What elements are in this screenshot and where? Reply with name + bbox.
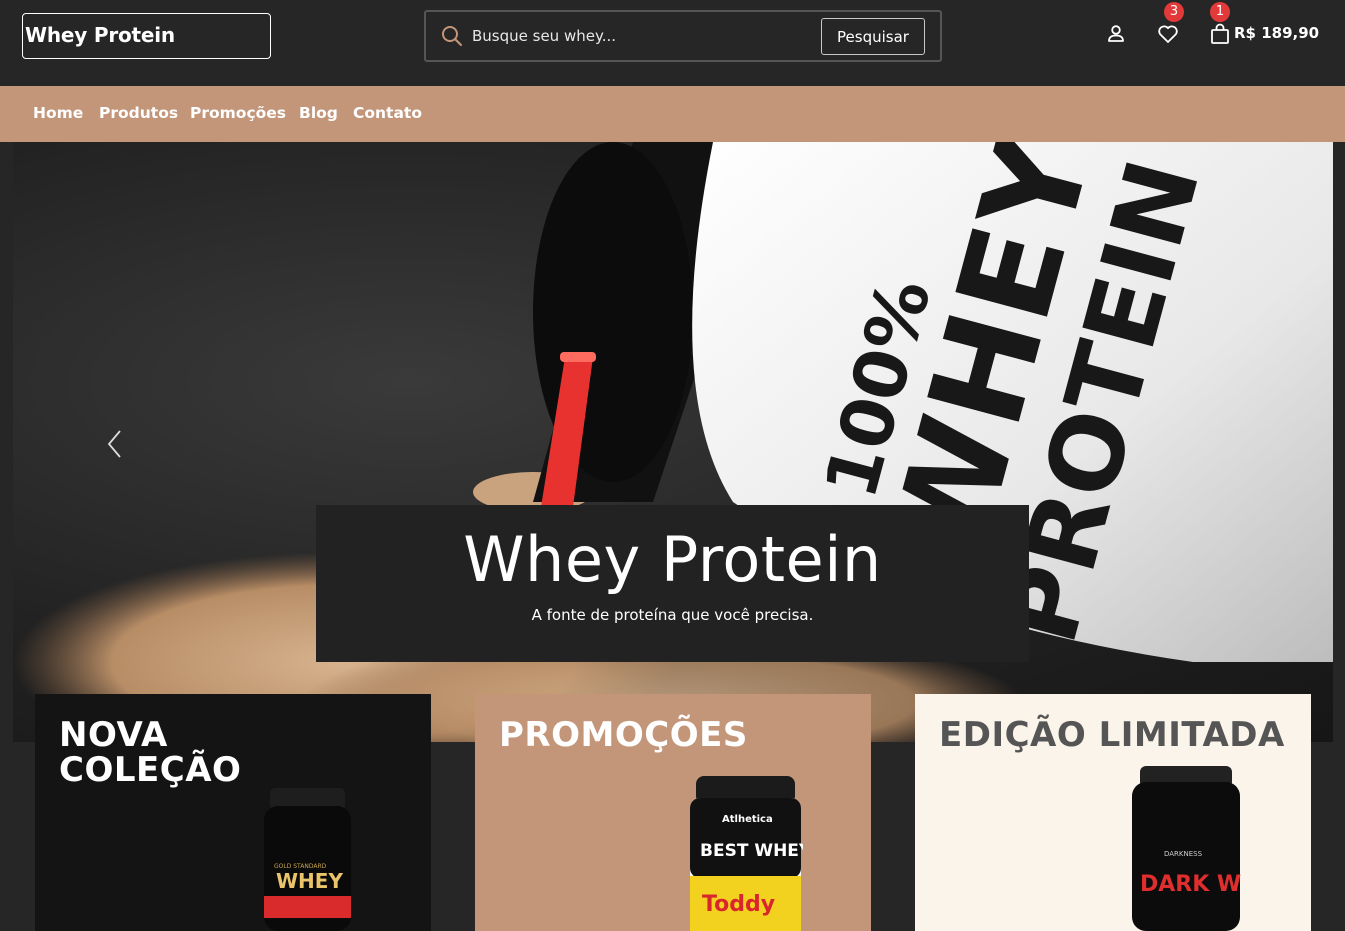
hero-title: Whey Protein bbox=[463, 523, 882, 596]
card-title: EDIÇÃO LIMITADA bbox=[939, 715, 1285, 755]
search-icon bbox=[442, 26, 462, 46]
carousel-next-icon[interactable] bbox=[1221, 429, 1245, 459]
search-input[interactable] bbox=[472, 22, 812, 50]
svg-text:WHEY: WHEY bbox=[276, 869, 343, 893]
nav-item-blog[interactable]: Blog bbox=[299, 104, 338, 122]
heart-icon bbox=[1158, 25, 1178, 43]
header: Whey Protein Pesquisar 3 1 R$ 189,90 bbox=[0, 0, 1345, 86]
hero-subtitle: A fonte de proteína que você precisa. bbox=[531, 606, 814, 624]
nav-item-promocoes[interactable]: Promoções bbox=[190, 104, 286, 122]
product-image: GOLD STANDARD WHEY bbox=[264, 788, 351, 931]
nav-item-home[interactable]: Home bbox=[33, 104, 83, 122]
cart-total[interactable]: R$ 189,90 bbox=[1234, 24, 1319, 42]
search-button[interactable]: Pesquisar bbox=[821, 18, 925, 55]
wishlist-count-badge: 3 bbox=[1164, 2, 1184, 22]
card-title: NOVA COLEÇÃO bbox=[59, 715, 242, 790]
cart-button[interactable]: 1 bbox=[1208, 2, 1232, 46]
search-bar: Pesquisar bbox=[424, 10, 942, 62]
svg-text:Atlhetica: Atlhetica bbox=[722, 814, 773, 825]
carousel-prev-icon[interactable] bbox=[104, 429, 128, 459]
svg-text:DARK WHEY: DARK WHEY bbox=[1140, 872, 1242, 897]
svg-text:Toddy: Toddy bbox=[702, 892, 775, 917]
card-promocoes[interactable]: PROMOÇÕES Atlhetica BEST WHEY Toddy bbox=[475, 694, 871, 931]
nav-item-contato[interactable]: Contato bbox=[353, 104, 422, 122]
cart-count-badge: 1 bbox=[1210, 2, 1230, 22]
card-title: PROMOÇÕES bbox=[499, 715, 748, 755]
nav-item-produtos[interactable]: Produtos bbox=[99, 104, 178, 122]
product-image: Atlhetica BEST WHEY Toddy bbox=[690, 776, 803, 931]
svg-text:BEST WHEY: BEST WHEY bbox=[700, 841, 803, 861]
card-nova-colecao[interactable]: NOVA COLEÇÃO GOLD STANDARD WHEY bbox=[35, 694, 431, 931]
logo[interactable]: Whey Protein bbox=[22, 13, 271, 59]
hero-carousel: 100% WHEY PROTEIN Whey Protein A fonte d… bbox=[13, 142, 1333, 742]
card-edicao-limitada[interactable]: EDIÇÃO LIMITADA DARKNESS DARK WHEY bbox=[915, 694, 1311, 931]
main-nav: Home Produtos Promoções Blog Contato bbox=[0, 86, 1345, 142]
hero-caption: Whey Protein A fonte de proteína que voc… bbox=[316, 505, 1029, 662]
svg-text:DARKNESS: DARKNESS bbox=[1164, 850, 1203, 858]
user-icon[interactable] bbox=[1104, 22, 1128, 46]
product-image: DARKNESS DARK WHEY bbox=[1132, 766, 1242, 931]
shopping-bag-icon bbox=[1211, 23, 1229, 44]
wishlist-button[interactable]: 3 bbox=[1156, 2, 1184, 46]
